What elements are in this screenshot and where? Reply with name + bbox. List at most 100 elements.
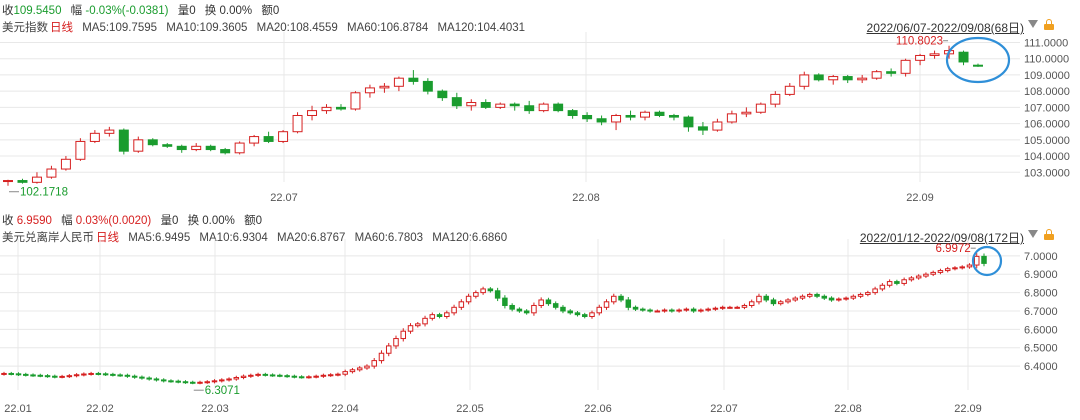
- candle-down: [17, 180, 28, 183]
- x-tick-label: 22.07: [710, 403, 738, 415]
- candle-down: [632, 306, 639, 310]
- candle-up: [495, 103, 506, 108]
- y-tick-label: 110.0000: [1024, 54, 1069, 66]
- candle-down: [262, 373, 269, 376]
- candle-down: [263, 136, 274, 142]
- candle-up: [458, 301, 465, 308]
- candle-down: [52, 375, 58, 378]
- candle-down: [110, 373, 116, 376]
- candle-down: [30, 374, 36, 377]
- candle-down: [175, 380, 181, 383]
- candle-down: [422, 80, 433, 92]
- candle-up: [596, 306, 603, 314]
- y-tick-label: 6.6000: [1024, 324, 1058, 336]
- candle-up: [429, 314, 436, 319]
- candle-down: [451, 97, 462, 107]
- candle-up: [589, 312, 595, 317]
- low-annotation: 6.3071: [205, 385, 240, 397]
- candle-down: [117, 374, 123, 377]
- candle-up: [857, 77, 868, 81]
- candle-down: [553, 103, 564, 112]
- candle-down: [44, 375, 51, 378]
- candle-down: [298, 376, 305, 379]
- candle-up: [89, 132, 100, 142]
- x-tick-label: 22.03: [201, 403, 229, 415]
- candle-down: [683, 116, 694, 128]
- candle-down: [23, 373, 29, 376]
- x-tick-label: 22.09: [906, 192, 934, 204]
- candle-up: [31, 176, 42, 183]
- candle-up: [350, 92, 361, 110]
- candle-up: [480, 288, 486, 294]
- candle-down: [581, 314, 588, 317]
- candle-down: [15, 373, 22, 376]
- candle-down: [487, 288, 494, 292]
- y-tick-label: 6.5000: [1024, 343, 1058, 355]
- candle-down: [146, 377, 152, 380]
- candle-up: [59, 375, 65, 378]
- candle-up: [879, 284, 886, 290]
- dxy-candlestick-chart: 111.0000 110.0000 109.0000 108.0000 107.0000…: [0, 32, 1070, 204]
- x-tick-label: 22.08: [834, 403, 862, 415]
- candle-up: [233, 377, 240, 380]
- candle-down: [205, 145, 216, 151]
- candle-up: [871, 71, 882, 79]
- candle-down: [697, 126, 708, 131]
- y-tick-label: 111.0000: [1024, 37, 1068, 49]
- candle-down: [560, 306, 566, 312]
- candle-down: [842, 76, 853, 81]
- candle-down: [640, 308, 646, 311]
- candle-up: [799, 295, 806, 299]
- candle-up: [654, 310, 661, 313]
- candle-up: [75, 140, 86, 160]
- candle-up: [364, 87, 375, 94]
- candle-down: [509, 103, 520, 107]
- candle-up: [240, 375, 247, 379]
- candle-up: [538, 299, 544, 306]
- candle-down: [763, 295, 769, 301]
- candle-up: [929, 53, 940, 56]
- low-annotation: 102.1718: [20, 187, 68, 199]
- candle-up: [915, 54, 926, 61]
- candle-up: [661, 309, 668, 312]
- candle-down: [886, 71, 897, 74]
- candle-down: [189, 381, 196, 384]
- candle-up: [748, 301, 755, 306]
- candle-up: [828, 76, 839, 81]
- candle-up: [923, 273, 929, 277]
- candle-up: [473, 292, 479, 297]
- candle-down: [523, 310, 530, 314]
- candle-down: [770, 299, 777, 305]
- candle-up: [133, 139, 144, 152]
- candle-down: [625, 114, 636, 118]
- x-tick-label: 22.06: [584, 403, 612, 415]
- usdcnh-candlestick-chart: 7.0000 6.9000 6.8000 6.7000 6.6000 6.5000 6.40…: [0, 239, 1058, 415]
- candle-up: [364, 365, 370, 369]
- candle-up: [857, 293, 864, 297]
- candle-down: [124, 374, 131, 377]
- candle-up: [792, 297, 799, 301]
- candle-down: [147, 139, 158, 146]
- candle-up: [538, 103, 549, 112]
- candle-up: [335, 373, 341, 376]
- candle-up: [415, 323, 421, 327]
- candle-up: [784, 85, 795, 95]
- candle-down: [277, 374, 283, 377]
- y-tick-label: 6.9000: [1024, 269, 1058, 281]
- candle-down: [37, 374, 44, 377]
- y-tick-label: 107.0000: [1024, 102, 1070, 114]
- candle-up: [755, 103, 766, 113]
- candle-up: [73, 374, 80, 377]
- candle-up: [712, 121, 723, 131]
- candle-up: [937, 270, 944, 273]
- candle-up: [46, 168, 57, 178]
- candle-down: [958, 51, 969, 63]
- candle-up: [400, 330, 407, 340]
- candle-up: [836, 298, 842, 301]
- candle-up: [734, 306, 740, 309]
- candle-up: [741, 111, 752, 115]
- candle-up: [342, 371, 348, 375]
- candle-up: [676, 309, 682, 312]
- candle-up: [959, 266, 965, 269]
- y-tick-label: 6.8000: [1024, 288, 1058, 300]
